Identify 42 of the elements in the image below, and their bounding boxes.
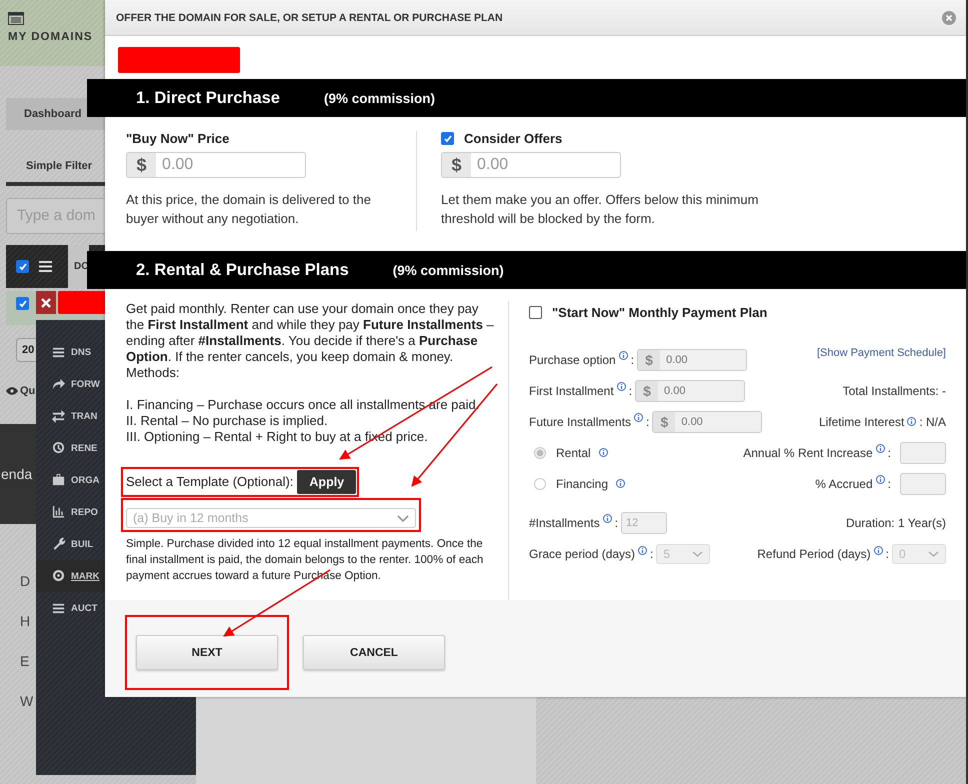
field-label: "Buy Now" Price xyxy=(126,131,230,146)
separator-text: : xyxy=(886,547,889,561)
template-label: Select a Template (Optional): xyxy=(126,474,294,490)
field-label: Purchase option xyxy=(529,353,616,367)
section-title: 2. Rental & Purchase Plans xyxy=(136,260,349,280)
total-installments-text: Total Installments: - xyxy=(842,384,946,398)
separator-text: : xyxy=(630,353,634,367)
commission-note: (9% commission) xyxy=(392,262,504,278)
field-label: Refund Period (days) xyxy=(757,547,871,561)
currency-label: $ xyxy=(442,153,471,177)
banner-text: enda xyxy=(1,466,32,482)
checkbox-label: Consider Offers xyxy=(464,131,562,146)
field-label: Future Installments xyxy=(529,415,632,429)
field-label: % Accrued xyxy=(815,477,873,491)
method-text: I. Financing – Purchase occurs once all installments are paid. xyxy=(126,397,480,413)
method-text: II. Rental – No purchase is implied. xyxy=(126,413,329,429)
field-label: Grace period (days) xyxy=(529,547,636,561)
currency-label: $ xyxy=(127,153,156,177)
field-label: Lifetime Interest xyxy=(818,415,904,429)
field-label: #Installments xyxy=(529,516,600,530)
field-value: : N/A xyxy=(919,415,946,429)
radio-label: Financing xyxy=(556,477,608,491)
separator-text: : xyxy=(888,477,891,491)
separator-text: : xyxy=(614,516,618,530)
section-title: 1. Direct Purchase xyxy=(136,88,280,108)
separator-text: : xyxy=(628,384,632,398)
separator-text: : xyxy=(646,415,650,429)
currency-label: $ xyxy=(653,412,676,432)
help-text: Let them make you an offer. Offers below this minimum threshold will be blocked by the form. xyxy=(441,191,760,228)
field-label: Annual % Rent Increase xyxy=(743,446,873,460)
duration-text: Duration: 1 Year(s) xyxy=(846,516,946,530)
separator-text: : xyxy=(650,547,654,561)
currency-label: $ xyxy=(638,350,660,370)
description-text: Get paid monthly. Renter can use your domain once they pay the First Installment and while they pay Future Installments – ending after #Installments. You decide if there's a Purchase Option. If the renter cancels, you keep domain & money. Methods: xyxy=(126,301,495,381)
commission-note: (9% commission) xyxy=(324,90,436,106)
field-label: First Installment xyxy=(529,384,614,398)
checkbox-label: "Start Now" Monthly Payment Plan xyxy=(552,305,768,320)
dialog-title: OFFER THE DOMAIN FOR SALE, OR SETUP A RENTAL OR PURCHASE PLAN xyxy=(116,12,503,24)
separator-text: : xyxy=(888,446,891,460)
radio-label: Rental xyxy=(556,446,591,460)
page-title: MY DOMAINS xyxy=(8,31,93,43)
currency-label: $ xyxy=(636,381,658,401)
